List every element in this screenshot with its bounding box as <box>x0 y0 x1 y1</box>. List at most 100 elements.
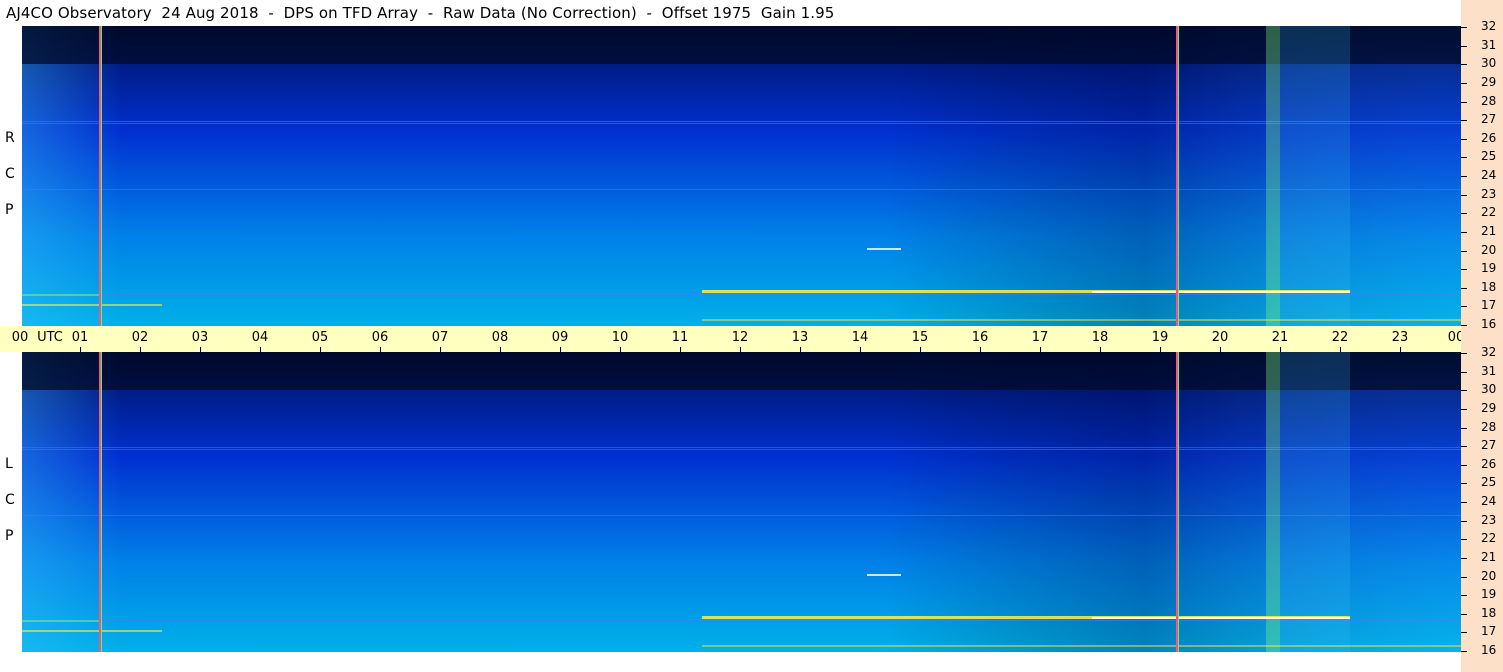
rfi-horizontal-line <box>22 449 1461 450</box>
frequency-tick-label: 32 <box>1481 19 1497 33</box>
frequency-tick-label: 25 <box>1481 149 1497 164</box>
time-tick-mark <box>1280 347 1281 352</box>
frequency-axis-rcp: 32 31 30 29 28 27 26 25 24 23 22 21 20 19 18 17 16 <box>1461 19 1503 331</box>
frequency-tick-label: 16 <box>1481 317 1497 331</box>
rfi-streak <box>1092 291 1350 293</box>
marker-line <box>101 26 102 326</box>
time-tick-mark <box>320 347 321 352</box>
time-label-hour: 15 <box>911 330 929 345</box>
lcp-letter: C <box>5 492 15 508</box>
rfi-horizontal-line <box>22 620 1461 621</box>
frequency-tick-mark <box>1461 269 1467 271</box>
frequency-tick-label: 25 <box>1481 475 1497 490</box>
marker-line <box>99 352 101 652</box>
frequency-tick-label: 26 <box>1481 456 1497 471</box>
frequency-tick-mark <box>1461 213 1467 215</box>
rfi-streak <box>867 574 901 576</box>
burst-region <box>1280 26 1350 326</box>
frequency-tick-label: 19 <box>1481 587 1497 602</box>
rfi-streak <box>22 304 162 306</box>
frequency-axis-lcp: 32 31 30 29 28 27 26 25 24 23 22 21 20 19 18 17 16 <box>1461 345 1503 657</box>
title-bar: AJ4CO Observatory 24 Aug 2018 - DPS on T… <box>0 0 1461 26</box>
time-label-hour: 16 <box>971 330 989 345</box>
frequency-tick-mark <box>1461 483 1467 485</box>
bottom-margin <box>0 652 1461 672</box>
time-tick-mark <box>1040 347 1041 352</box>
frequency-tick-mark <box>1461 231 1467 233</box>
frequency-tick-label: 27 <box>1481 112 1497 127</box>
time-tick-mark <box>1160 347 1161 352</box>
frequency-tick-mark <box>1461 138 1467 140</box>
spectrogram-shading <box>22 26 1461 326</box>
time-tick-mark <box>140 347 141 352</box>
frequency-tick-label: 18 <box>1481 605 1497 620</box>
frequency-tick-label: 23 <box>1481 512 1497 527</box>
burst-column <box>1266 26 1280 326</box>
marker-line <box>101 352 102 652</box>
time-tick-mark <box>800 347 801 352</box>
frequency-tick-mark <box>1461 287 1467 289</box>
lcp-letter: P <box>5 528 14 544</box>
burst-column <box>1266 352 1280 652</box>
time-tick-mark <box>740 347 741 352</box>
rfi-streak <box>702 319 1461 321</box>
time-tick-mark <box>680 347 681 352</box>
time-utc-label: UTC <box>37 330 63 345</box>
time-label-hour: 04 <box>251 330 269 345</box>
time-tick-mark <box>1220 347 1221 352</box>
spectrogram-top-band <box>22 26 1461 64</box>
rfi-streak <box>22 620 102 622</box>
time-tick-mark <box>1400 347 1401 352</box>
frequency-tick-mark <box>1461 539 1467 541</box>
frequency-tick-label: 20 <box>1481 242 1497 257</box>
time-tick-mark <box>560 347 561 352</box>
time-tick-mark <box>260 347 261 352</box>
rfi-horizontal-line <box>22 515 1461 516</box>
frequency-tick-mark <box>1461 502 1467 503</box>
spectrogram-lcp <box>22 352 1461 652</box>
frequency-tick-label: 31 <box>1481 363 1497 378</box>
spectrogram-shading <box>22 352 1461 652</box>
frequency-tick-mark <box>1461 101 1467 103</box>
time-tick-mark <box>1340 347 1341 352</box>
frequency-tick-mark <box>1461 353 1467 354</box>
time-label-hour: 22 <box>1331 330 1349 345</box>
frequency-tick-mark <box>1461 64 1467 66</box>
frequency-tick-label: 21 <box>1481 549 1497 564</box>
frequency-tick-label: 29 <box>1481 74 1497 89</box>
time-label-hour: 19 <box>1151 330 1169 345</box>
frequency-tick-mark <box>1461 194 1467 196</box>
time-label-hour: 12 <box>731 330 749 345</box>
frequency-tick-mark <box>1461 613 1467 615</box>
time-label-hour: 08 <box>491 330 509 345</box>
frequency-tick-label: 19 <box>1481 261 1497 276</box>
frequency-tick-label: 28 <box>1481 93 1497 108</box>
time-axis: 00 UTC 01 02 03 04 05 06 07 08 09 10 11 12 13 14 15 16 17 1… <box>0 326 1498 352</box>
rfi-streak <box>1092 617 1350 619</box>
rfi-streak <box>22 294 102 296</box>
rfi-horizontal-line <box>22 123 1461 124</box>
chart-title: AJ4CO Observatory 24 Aug 2018 - DPS on T… <box>6 4 835 22</box>
spectrogram-rcp <box>22 26 1461 326</box>
frequency-tick-label: 28 <box>1481 419 1497 434</box>
time-label-hour: 21 <box>1271 330 1289 345</box>
time-label-hour: 09 <box>551 330 569 345</box>
time-tick-mark <box>80 347 81 352</box>
time-label-hour: 02 <box>131 330 149 345</box>
frequency-tick-label: 32 <box>1481 345 1497 359</box>
frequency-tick-label: 16 <box>1481 643 1497 657</box>
spectrogram-top-band <box>22 352 1461 390</box>
time-tick-mark <box>920 347 921 352</box>
time-tick-mark <box>980 347 981 352</box>
frequency-tick-mark <box>1461 325 1467 326</box>
frequency-tick-mark <box>1461 82 1467 84</box>
burst-region <box>1280 352 1350 652</box>
time-label-hour: 11 <box>671 330 689 345</box>
rfi-horizontal-line <box>22 294 1461 295</box>
time-tick-mark <box>500 347 501 352</box>
frequency-tick-label: 29 <box>1481 400 1497 415</box>
frequency-tick-label: 26 <box>1481 130 1497 145</box>
time-label-hour: 03 <box>191 330 209 345</box>
time-label-hour: 01 <box>71 330 89 345</box>
marker-line <box>99 26 101 326</box>
